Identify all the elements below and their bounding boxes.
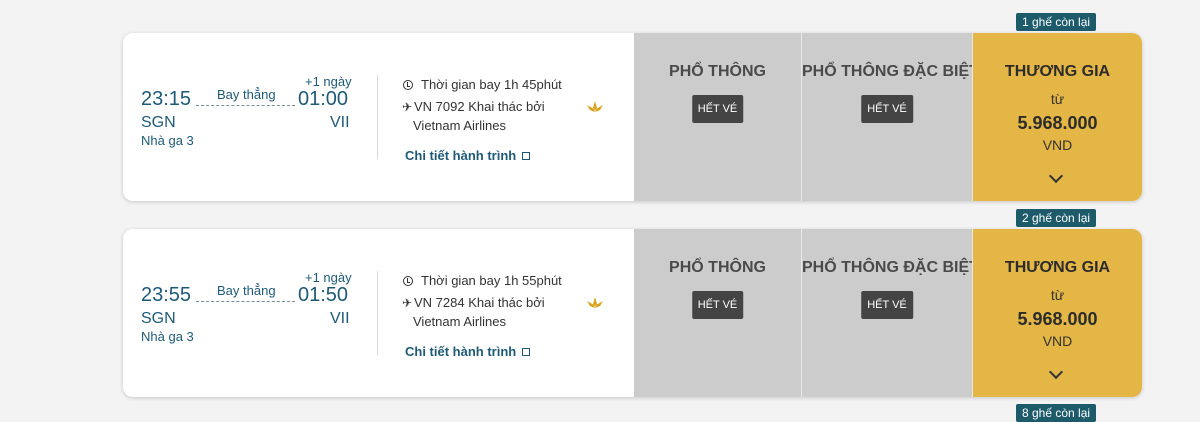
seats-left-badge: 2 ghế còn lại — [1016, 209, 1097, 227]
price-from-label: từ — [1050, 91, 1065, 107]
itinerary-details-label: Chi tiết hành trình — [405, 344, 517, 359]
fare-title: PHỔ THÔNG — [669, 63, 766, 80]
fare-premium-economy: PHỔ THÔNG ĐẶC BIỆT HẾT VÉ — [802, 229, 979, 397]
operator-name: Vietnam Airlines — [413, 314, 506, 329]
route-line — [196, 301, 295, 302]
flight-card: +1 ngày 23:55 Bay thẳng 01:50 SGN VII Nh… — [123, 229, 1142, 397]
plane-icon: ✈ — [402, 296, 413, 310]
departure-airport: SGN — [141, 114, 176, 131]
fare-business[interactable]: THƯƠNG GIA từ 5.968.000 VND — [973, 229, 1142, 397]
itinerary-details-link[interactable]: Chi tiết hành trình — [405, 344, 531, 359]
fare-title: PHỔ THÔNG ĐẶC BIỆT — [802, 63, 979, 80]
divider — [377, 271, 378, 355]
price-from-label: từ — [1050, 287, 1065, 303]
arrival-airport: VII — [330, 310, 350, 327]
flight-duration: Thời gian bay 1h 55phút — [421, 273, 562, 288]
flight-duration: Thời gian bay 1h 45phút — [421, 77, 562, 92]
plane-icon: ✈ — [402, 100, 413, 114]
next-day-label: +1 ngày — [305, 74, 352, 89]
flight-number: VN 7092 Khai thác bởi — [414, 99, 545, 114]
sold-out-button[interactable]: HẾT VÉ — [691, 95, 744, 123]
seats-left-badge: 8 ghế còn lại — [1016, 404, 1097, 422]
fare-premium-economy: PHỔ THÔNG ĐẶC BIỆT HẾT VÉ — [802, 33, 979, 201]
fare-title: THƯƠNG GIA — [1004, 63, 1111, 80]
fare-economy: PHỔ THÔNG HẾT VÉ — [634, 33, 802, 201]
divider — [377, 75, 378, 159]
fare-title: PHỔ THÔNG — [669, 259, 766, 276]
sold-out-button[interactable]: HẾT VÉ — [861, 291, 913, 319]
seats-left-badge: 1 ghế còn lại — [1016, 13, 1097, 31]
next-day-label: +1 ngày — [305, 270, 352, 285]
sold-out-button[interactable]: HẾT VÉ — [861, 95, 913, 123]
flight-number: VN 7284 Khai thác bởi — [414, 295, 545, 310]
currency-label: VND — [1042, 333, 1073, 349]
terminal-label: Nhà ga 3 — [141, 133, 194, 148]
external-link-icon — [522, 152, 531, 160]
direct-flight-label: Bay thẳng — [217, 283, 276, 298]
arrival-time: 01:50 — [298, 284, 349, 306]
departure-time: 23:55 — [141, 284, 192, 306]
chevron-down-icon[interactable] — [1048, 364, 1064, 380]
airline-lotus-icon — [587, 297, 603, 308]
itinerary-details-link[interactable]: Chi tiết hành trình — [405, 148, 531, 163]
clock-icon — [403, 80, 413, 90]
itinerary-details-label: Chi tiết hành trình — [405, 148, 517, 163]
sold-out-button[interactable]: HẾT VÉ — [691, 291, 744, 319]
fare-business[interactable]: THƯƠNG GIA từ 5.968.000 VND — [973, 33, 1142, 201]
fare-economy: PHỔ THÔNG HẾT VÉ — [634, 229, 802, 397]
currency-label: VND — [1042, 137, 1073, 153]
fare-price: 5.968.000 — [1017, 113, 1098, 133]
fare-title: PHỔ THÔNG ĐẶC BIỆT — [802, 259, 979, 276]
chevron-down-icon[interactable] — [1048, 168, 1064, 184]
arrival-time: 01:00 — [298, 88, 349, 110]
operator-name: Vietnam Airlines — [413, 118, 506, 133]
departure-airport: SGN — [141, 310, 176, 327]
flight-row-2: +1 ngày 23:55 Bay thẳng 01:50 SGN VII Nh… — [123, 209, 1142, 397]
airline-lotus-icon — [587, 101, 603, 112]
departure-time: 23:15 — [141, 88, 192, 110]
flight-card: +1 ngày 23:15 Bay thẳng 01:00 SGN VII Nh… — [123, 33, 1142, 201]
route-line — [196, 105, 295, 106]
external-link-icon — [522, 348, 531, 356]
terminal-label: Nhà ga 3 — [141, 329, 194, 344]
fare-price: 5.968.000 — [1017, 309, 1098, 329]
fare-title: THƯƠNG GIA — [1004, 259, 1111, 276]
flight-row-1: +1 ngày 23:15 Bay thẳng 01:00 SGN VII Nh… — [123, 13, 1142, 201]
clock-icon — [403, 276, 413, 286]
direct-flight-label: Bay thẳng — [217, 87, 276, 102]
arrival-airport: VII — [330, 114, 350, 131]
